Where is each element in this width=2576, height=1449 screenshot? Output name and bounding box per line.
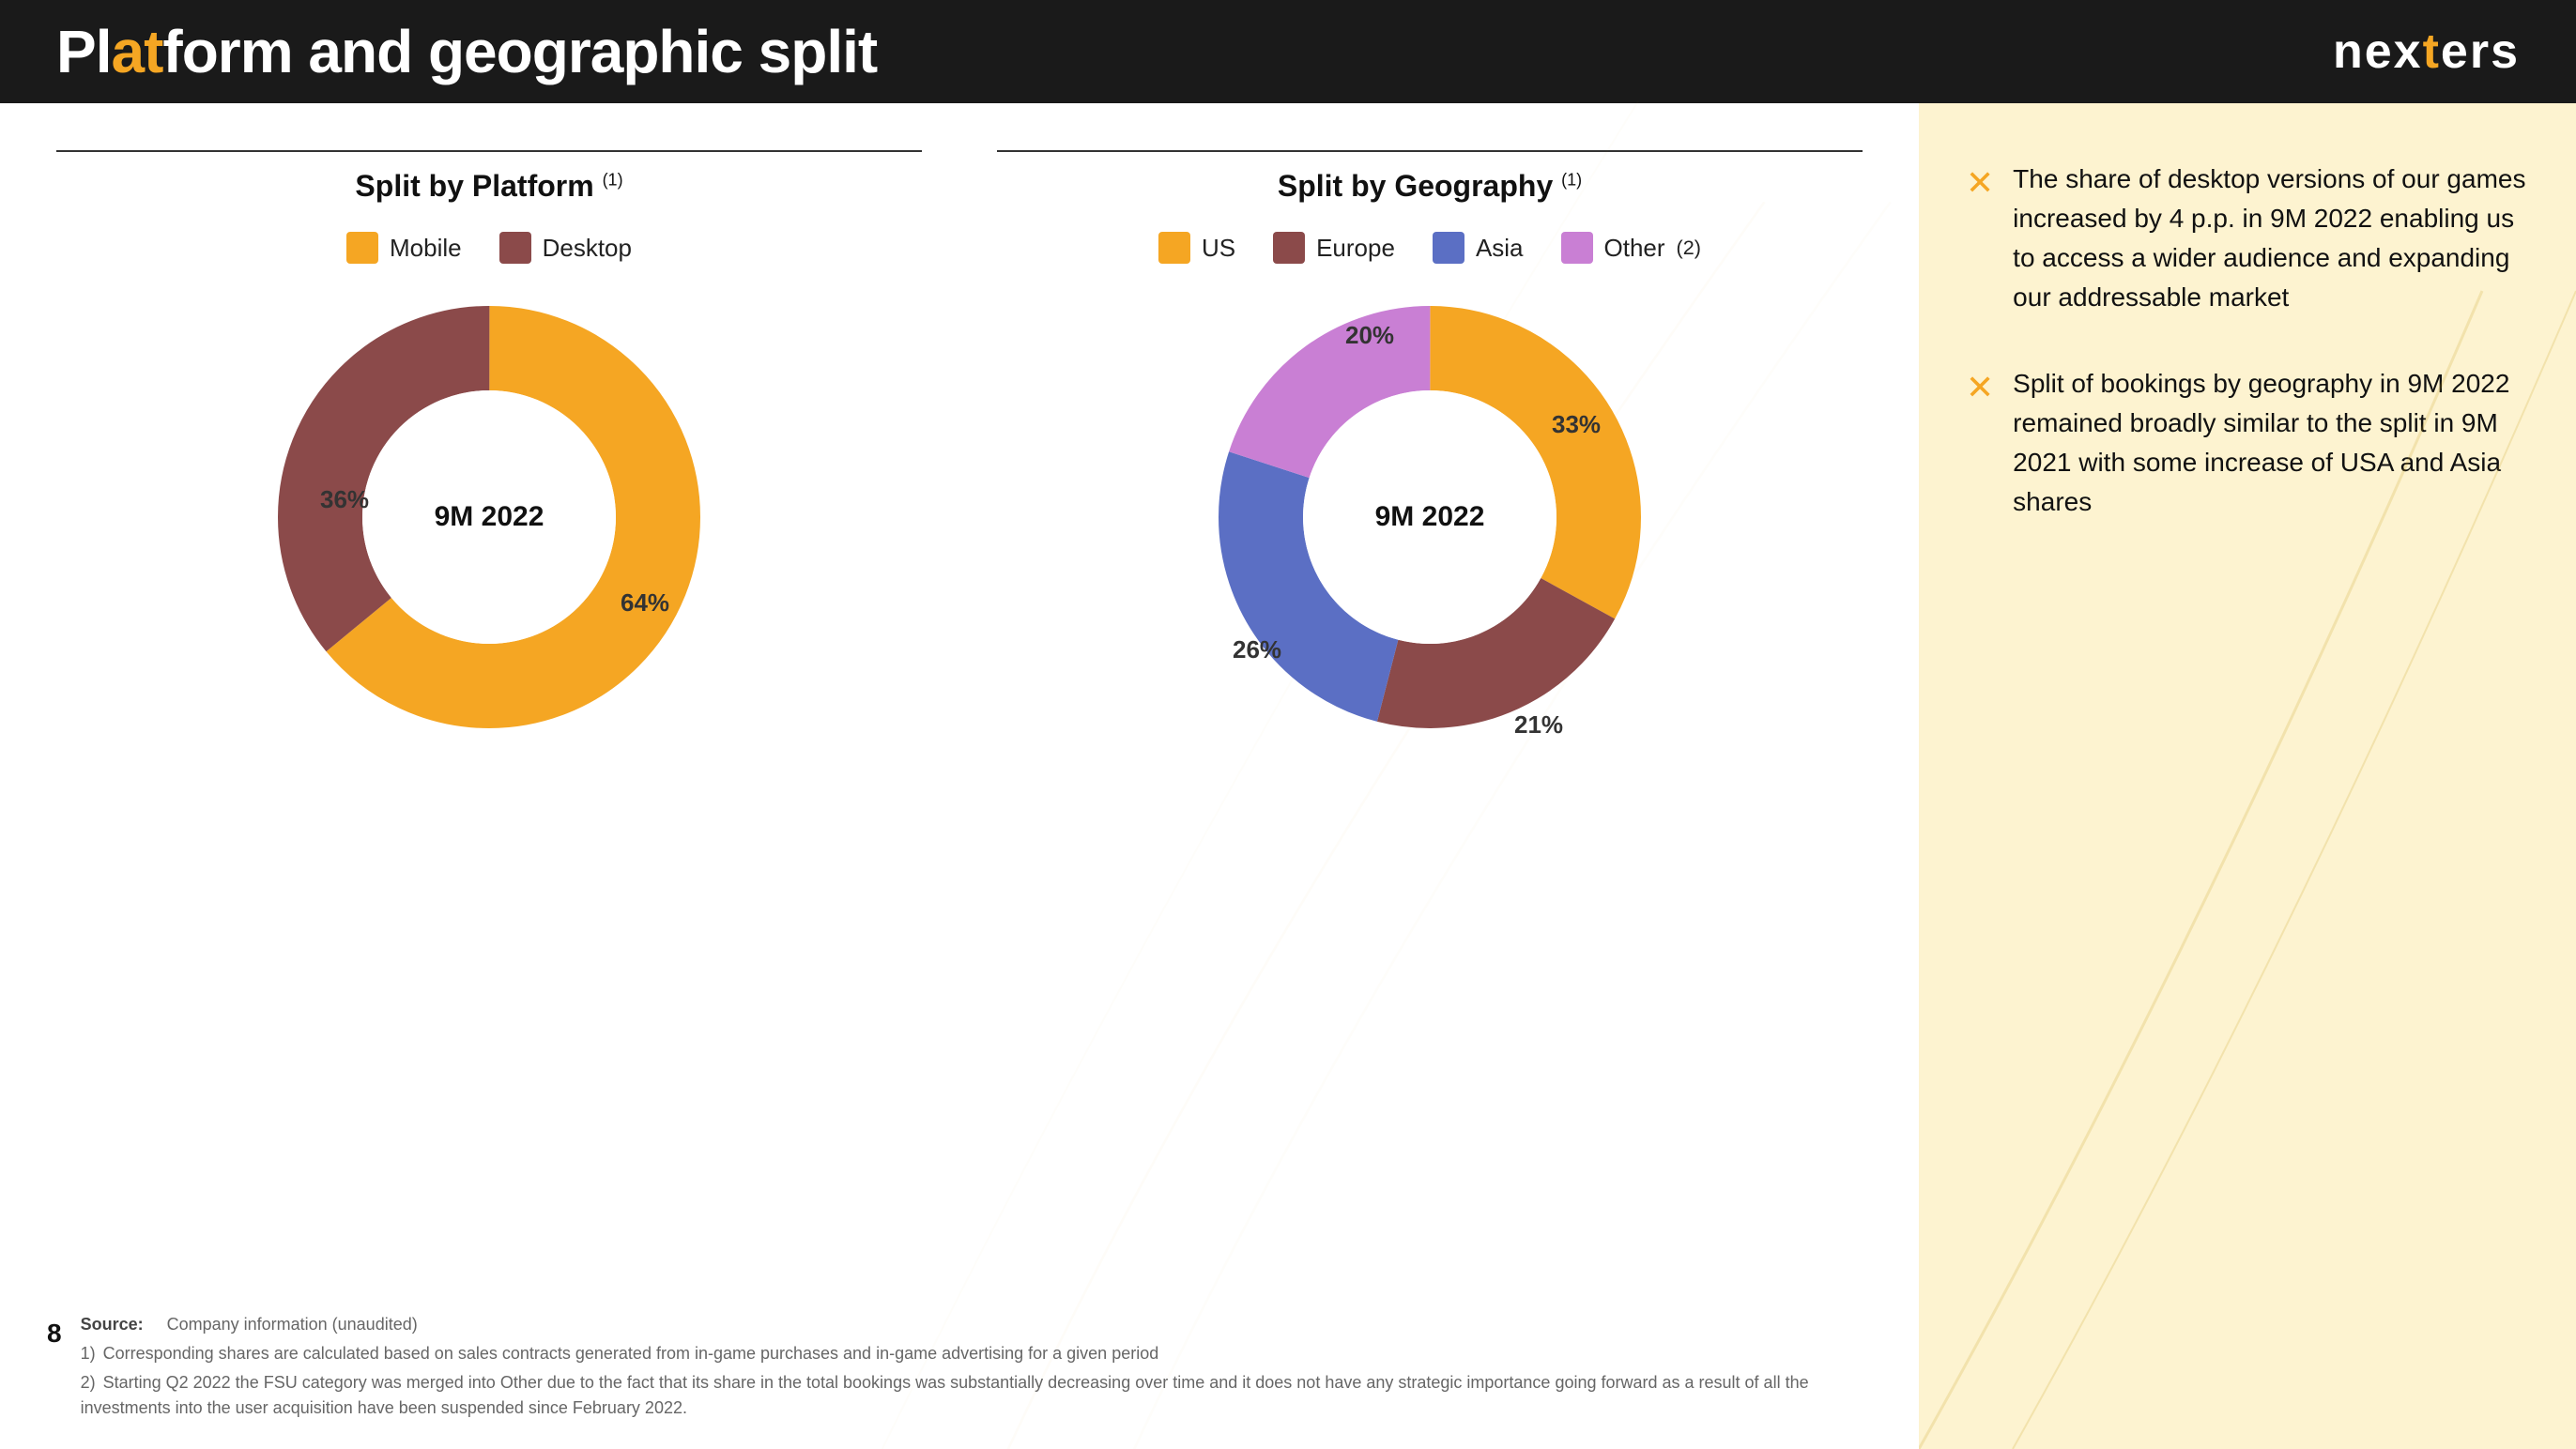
platform-label-36: 36% (320, 485, 369, 513)
geo-label-asia: 26% (1233, 635, 1281, 663)
page-title: Platform and geographic split (56, 17, 877, 86)
bullet-icon-1: ✕ (1966, 163, 1994, 203)
sidebar: ✕ The share of desktop versions of our g… (1919, 103, 2576, 1449)
sidebar-item-2: ✕ Split of bookings by geography in 9M 2… (1966, 364, 2529, 522)
header: Platform and geographic split nexters (0, 0, 2576, 103)
legend-color-us (1158, 232, 1190, 264)
legend-color-europe (1273, 232, 1305, 264)
platform-donut-hole (362, 390, 616, 644)
platform-legend: Mobile Desktop (346, 232, 632, 264)
bullet-icon-2: ✕ (1966, 368, 1994, 407)
note-block: Source: Company information (unaudited) … (81, 1312, 1900, 1421)
legend-item-mobile: Mobile (346, 232, 462, 264)
geography-title-bar: Split by Geography (1) (997, 150, 1863, 204)
charts-area: Split by Platform (1) Mobile Desktop (0, 103, 1919, 1449)
platform-chart-title: Split by Platform (1) (56, 169, 922, 204)
geography-legend: US Europe Asia Other (2) (1158, 232, 1701, 264)
geo-donut-hole (1303, 390, 1556, 644)
footnote-1: 1)Corresponding shares are calculated ba… (81, 1341, 1900, 1366)
footer-notes: 8 Source: Company information (unaudited… (47, 1312, 1900, 1421)
geo-label-us: 33% (1552, 410, 1601, 438)
footnote-2: 2)Starting Q2 2022 the FSU category was … (81, 1370, 1900, 1421)
geography-chart-title: Split by Geography (1) (997, 169, 1863, 204)
platform-donut-chart: 64% 36% 9M 2022 (264, 292, 714, 742)
legend-item-us: US (1158, 232, 1235, 264)
legend-item-desktop: Desktop (499, 232, 632, 264)
platform-donut-svg: 64% 36% (264, 292, 714, 742)
geography-donut-chart: 33% 21% 26% 20% 9M 2022 (1204, 292, 1655, 742)
geo-label-europe: 21% (1514, 710, 1563, 739)
main-content: Split by Platform (1) Mobile Desktop (0, 103, 2576, 1449)
legend-color-desktop (499, 232, 531, 264)
geo-label-other: 20% (1345, 321, 1394, 349)
legend-item-asia: Asia (1433, 232, 1524, 264)
sidebar-text-1: The share of desktop versions of our gam… (2013, 160, 2529, 317)
legend-color-asia (1433, 232, 1464, 264)
platform-label-64: 64% (621, 588, 669, 617)
platform-chart-section: Split by Platform (1) Mobile Desktop (56, 150, 922, 742)
legend-color-mobile (346, 232, 378, 264)
charts-row: Split by Platform (1) Mobile Desktop (56, 150, 1863, 742)
legend-item-other: Other (2) (1561, 232, 1702, 264)
sidebar-text-2: Split of bookings by geography in 9M 202… (2013, 364, 2529, 522)
geography-donut-svg: 33% 21% 26% 20% (1204, 292, 1655, 742)
source-line: Source: Company information (unaudited) (81, 1312, 1900, 1337)
geography-chart-section: Split by Geography (1) US Europe Asia (997, 150, 1863, 742)
legend-item-europe: Europe (1273, 232, 1395, 264)
nexters-logo: nexters (2333, 23, 2520, 80)
sidebar-item-1: ✕ The share of desktop versions of our g… (1966, 160, 2529, 317)
platform-title-bar: Split by Platform (1) (56, 150, 922, 204)
legend-color-other (1561, 232, 1593, 264)
